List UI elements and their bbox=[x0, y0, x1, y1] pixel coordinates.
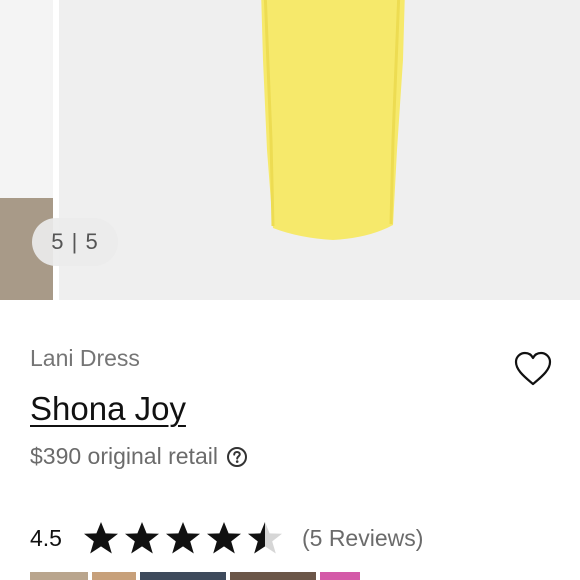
image-gallery[interactable]: 5 | 5 bbox=[0, 0, 580, 300]
star-rating bbox=[82, 521, 284, 555]
current-image-slide[interactable] bbox=[59, 0, 580, 300]
reviews-link[interactable]: (5 Reviews) bbox=[302, 525, 423, 552]
review-photo-thumbnail[interactable] bbox=[30, 572, 88, 580]
star-full-icon bbox=[124, 522, 159, 554]
review-photo-strip bbox=[30, 572, 360, 580]
price-row: $390 original retail bbox=[30, 443, 248, 470]
dress-image bbox=[261, 0, 405, 240]
rating-row[interactable]: 4.5 (5 Reviews) bbox=[30, 520, 423, 556]
question-circle-icon[interactable] bbox=[226, 446, 248, 468]
review-photo-thumbnail[interactable] bbox=[230, 572, 316, 580]
image-counter: 5 | 5 bbox=[32, 218, 118, 266]
star-full-icon bbox=[83, 522, 118, 554]
review-photo-thumbnail[interactable] bbox=[92, 572, 136, 580]
star-full-icon bbox=[165, 522, 200, 554]
product-model-name: Lani Dress bbox=[30, 345, 140, 371]
brand-link[interactable]: Shona Joy bbox=[30, 390, 186, 428]
review-photo-thumbnail[interactable] bbox=[320, 572, 360, 580]
review-photo-thumbnail[interactable] bbox=[140, 572, 226, 580]
prev-slide-wall bbox=[0, 0, 53, 200]
star-full-icon bbox=[206, 522, 241, 554]
star-half-icon bbox=[247, 522, 282, 554]
price-text: $390 original retail bbox=[30, 443, 218, 469]
rating-value: 4.5 bbox=[30, 524, 62, 551]
heart-outline-icon[interactable] bbox=[514, 351, 552, 387]
